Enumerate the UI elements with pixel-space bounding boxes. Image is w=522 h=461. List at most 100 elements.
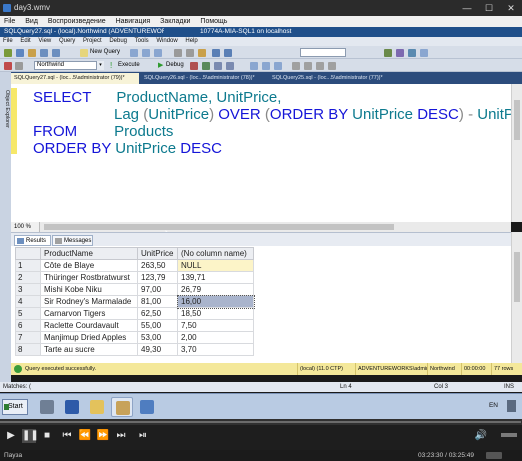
open-file-icon[interactable] xyxy=(28,48,36,57)
minimize-button[interactable]: — xyxy=(456,0,478,16)
editor-vertical-scrollbar[interactable] xyxy=(511,84,522,222)
row-number[interactable]: 8 xyxy=(15,343,41,356)
chevron-down-icon[interactable]: ▾ xyxy=(96,61,104,70)
editor-horizontal-scrollbar[interactable] xyxy=(40,222,511,232)
frame-step-icon[interactable]: ⏯ xyxy=(136,429,150,443)
table-row[interactable]: 2 Thüringer Rostbratwurst 123,79 139,71 xyxy=(15,271,254,284)
solution-config-dropdown[interactable] xyxy=(300,48,346,57)
table-row[interactable]: 6 Raclette Courdavault 55,00 7,50 xyxy=(15,319,254,332)
results-grid[interactable]: ProductName UnitPrice (No column name) 1… xyxy=(11,246,511,363)
row-number[interactable]: 4 xyxy=(15,295,41,308)
results-table[interactable]: ProductName UnitPrice (No column name) 1… xyxy=(15,247,255,356)
cell-diff[interactable]: 3,70 xyxy=(177,343,254,356)
cell-diff[interactable]: 2,00 xyxy=(177,331,254,344)
menu-tools[interactable]: Tools xyxy=(135,38,149,44)
cell-productname[interactable]: Sir Rodney's Marmalade xyxy=(40,295,138,308)
row-number[interactable]: 1 xyxy=(15,259,41,272)
copy-icon[interactable] xyxy=(186,48,194,57)
database-query-icon[interactable] xyxy=(130,48,138,57)
cell-diff[interactable]: 139,71 xyxy=(177,271,254,284)
object-explorer-icon[interactable] xyxy=(396,48,404,57)
menu-view[interactable]: View xyxy=(38,38,51,44)
save-icon[interactable] xyxy=(40,48,48,57)
player-menu-help[interactable]: Помощь xyxy=(200,18,227,25)
column-header[interactable]: UnitPrice xyxy=(137,247,178,260)
object-explorer-sidebar[interactable]: Object Explorer xyxy=(0,72,11,382)
column-header[interactable]: ProductName xyxy=(40,247,138,260)
toolbox-icon[interactable] xyxy=(420,48,428,57)
sql-editor[interactable]: SELECT ProductName, UnitPrice, Lag (UnitP… xyxy=(11,84,511,222)
save-all-icon[interactable] xyxy=(52,48,60,57)
zoom-level[interactable]: 100 % xyxy=(11,222,40,232)
row-number[interactable]: 2 xyxy=(15,271,41,284)
cell-productname[interactable]: Manjimup Dried Apples xyxy=(40,331,138,344)
player-menu-playback[interactable]: Воспроизведение xyxy=(48,18,106,25)
table-row[interactable]: 7 Manjimup Dried Apples 53,00 2,00 xyxy=(15,331,254,344)
menu-project[interactable]: Project xyxy=(83,38,102,44)
cell-productname[interactable]: Mishi Kobe Niku xyxy=(40,283,138,296)
cell-productname[interactable]: Thüringer Rostbratwurst xyxy=(40,271,138,284)
pause-icon[interactable]: ❚❚ xyxy=(22,429,39,443)
paste-icon[interactable] xyxy=(198,48,206,57)
results-to-file-icon[interactable] xyxy=(274,61,282,70)
menu-help[interactable]: Help xyxy=(185,38,197,44)
display-plan-icon[interactable] xyxy=(214,61,222,70)
redo-icon[interactable] xyxy=(224,48,232,57)
object-explorer-label[interactable]: Object Explorer xyxy=(1,90,10,150)
player-menu-view[interactable]: Вид xyxy=(25,18,38,25)
cell-diff-selected[interactable]: 16,00 xyxy=(176,294,255,309)
menu-query[interactable]: Query xyxy=(59,38,75,44)
analysis-query-icon[interactable] xyxy=(142,48,150,57)
xmla-query-icon[interactable] xyxy=(154,48,162,57)
execute-icon[interactable]: ! xyxy=(110,62,118,70)
menu-window[interactable]: Window xyxy=(156,38,177,44)
table-row[interactable]: 1 Côte de Blaye 263,50 NULL xyxy=(15,259,254,272)
scroll-thumb[interactable] xyxy=(514,100,520,140)
cancel-query-icon[interactable] xyxy=(190,61,198,70)
cell-diff[interactable]: 18,50 xyxy=(177,307,254,320)
fast-forward-icon[interactable]: ⏩ xyxy=(96,429,110,443)
player-menu-navigation[interactable]: Навигация xyxy=(116,18,151,25)
row-number[interactable]: 5 xyxy=(15,307,41,320)
cell-productname[interactable]: Raclette Courdavault xyxy=(40,319,138,332)
cell-unitprice[interactable]: 97,00 xyxy=(137,283,178,296)
next-icon[interactable]: ⏭ xyxy=(114,429,128,443)
cell-productname[interactable]: Carnarvon Tigers xyxy=(40,307,138,320)
row-number-header[interactable] xyxy=(15,247,41,260)
database-select[interactable]: Northwind xyxy=(34,61,104,70)
start-button[interactable]: Start xyxy=(2,399,28,415)
tab-messages[interactable]: Messages xyxy=(52,235,93,246)
tab-sqlquery26[interactable]: SQLQuery26.sql - (loc...5\administrator … xyxy=(141,73,267,84)
row-number[interactable]: 7 xyxy=(15,331,41,344)
network-icon[interactable] xyxy=(507,400,516,412)
change-connection-icon[interactable] xyxy=(15,61,23,70)
results-vertical-scrollbar[interactable] xyxy=(511,232,522,363)
taskbar-server-manager[interactable] xyxy=(36,397,58,417)
play-icon[interactable]: ▶ xyxy=(4,429,18,443)
back-icon[interactable] xyxy=(4,48,12,57)
cell-unitprice[interactable]: 49,30 xyxy=(137,343,178,356)
player-menu-bookmarks[interactable]: Закладки xyxy=(160,18,190,25)
menu-file[interactable]: File xyxy=(3,38,13,44)
maximize-button[interactable]: ☐ xyxy=(478,0,500,16)
comment-icon[interactable] xyxy=(292,61,300,70)
undo-icon[interactable] xyxy=(212,48,220,57)
player-menu-file[interactable]: File xyxy=(4,18,15,25)
template-explorer-icon[interactable] xyxy=(408,48,416,57)
cell-productname[interactable]: Côte de Blaye xyxy=(40,259,138,272)
cell-unitprice[interactable]: 263,50 xyxy=(137,259,178,272)
table-row[interactable]: 3 Mishi Kobe Niku 97,00 26,79 xyxy=(15,283,254,296)
new-query-button[interactable]: New Query xyxy=(90,46,120,59)
cell-diff[interactable]: 26,79 xyxy=(177,283,254,296)
cell-unitprice[interactable]: 62,50 xyxy=(137,307,178,320)
cell-diff[interactable]: 7,50 xyxy=(177,319,254,332)
execute-button[interactable]: Execute xyxy=(118,59,140,72)
debug-button[interactable]: Debug xyxy=(166,59,184,72)
cell-unitprice[interactable]: 123,79 xyxy=(137,271,178,284)
forward-icon[interactable] xyxy=(16,48,24,57)
tab-sqlquery25[interactable]: SQLQuery25.sql - (loc...5\administrator … xyxy=(269,73,409,84)
close-button[interactable]: ✕ xyxy=(500,0,522,16)
menu-edit[interactable]: Edit xyxy=(20,38,30,44)
debug-play-icon[interactable]: ▶ xyxy=(158,62,163,69)
taskbar-powershell[interactable] xyxy=(61,397,83,417)
